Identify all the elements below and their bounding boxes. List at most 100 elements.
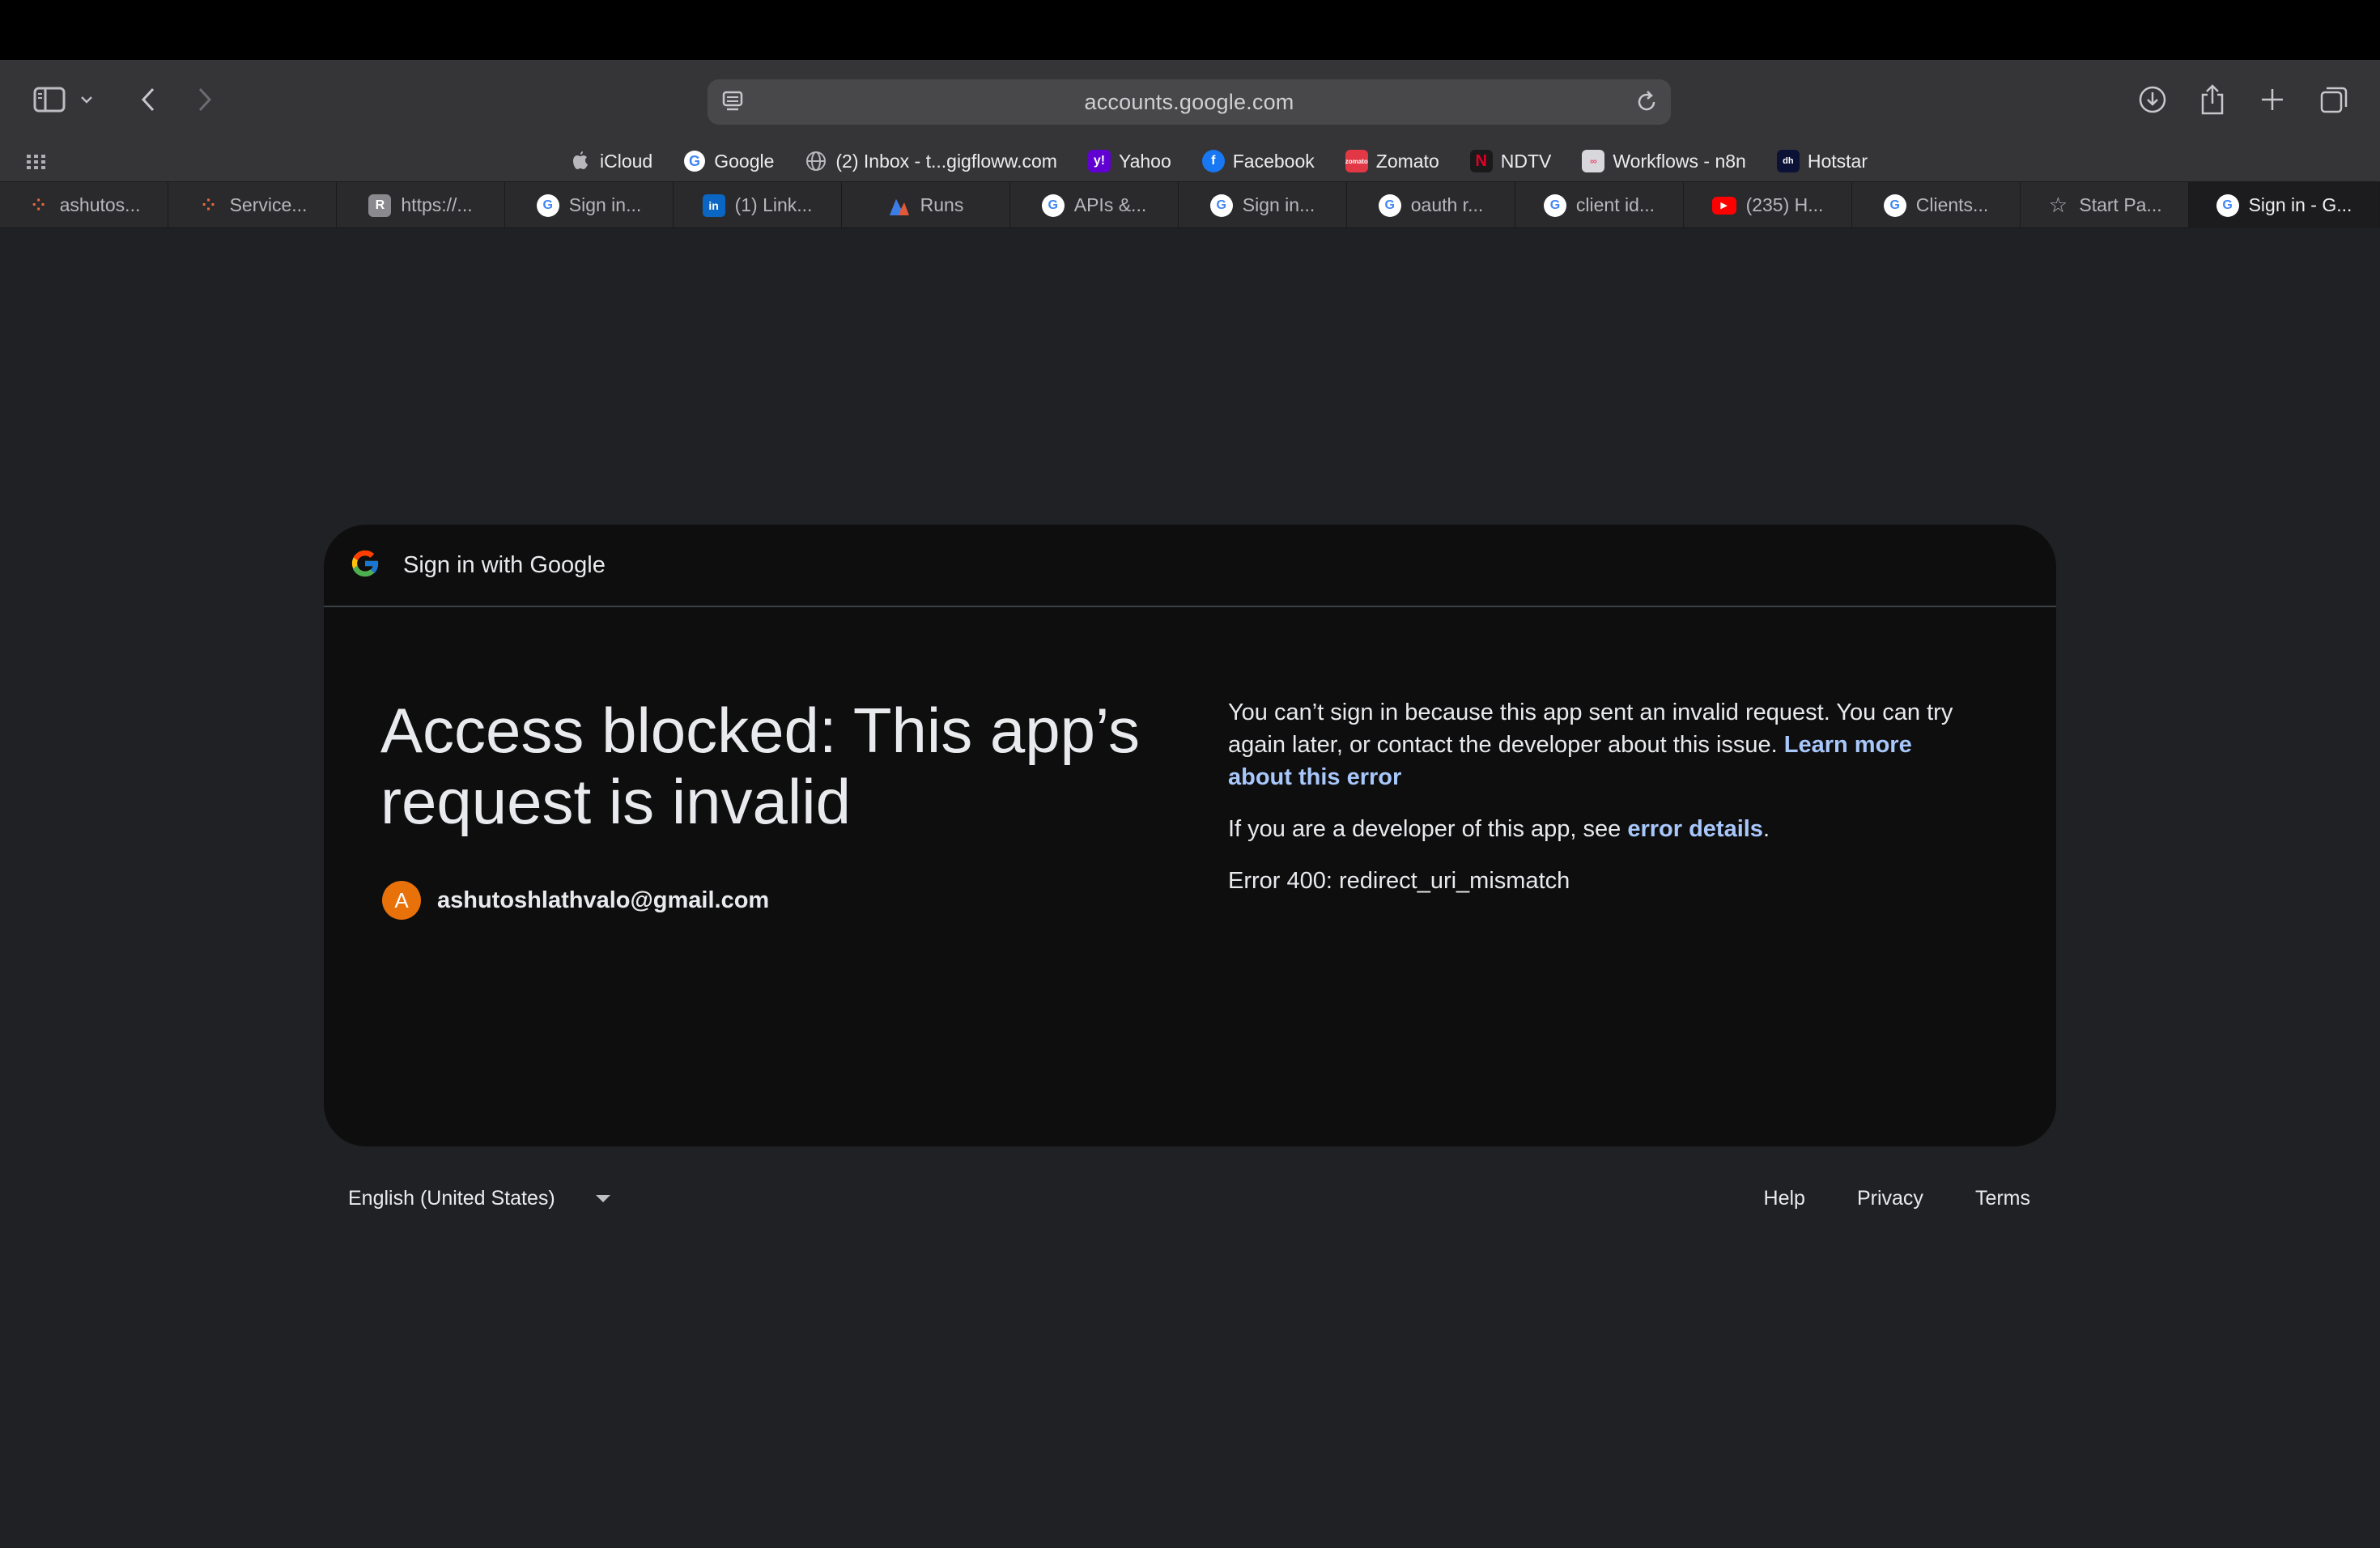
tab[interactable]: ⁘ Service... [168, 182, 337, 228]
tab-label: Clients... [1915, 194, 1989, 215]
facebook-icon: f [1201, 150, 1225, 172]
error-details-link[interactable]: error details [1627, 816, 1763, 842]
favorite-label: iCloud [600, 150, 653, 172]
tab[interactable]: ☆ Start Pa... [2021, 182, 2189, 228]
reload-icon[interactable] [1634, 89, 1660, 119]
google-logo-icon [348, 546, 382, 585]
favorite-label: Workflows - n8n [1613, 150, 1746, 172]
tab-label: Start Pa... [2079, 194, 2162, 215]
browser-toolbar: accounts.google.com [0, 60, 2380, 141]
privacy-link[interactable]: Privacy [1857, 1187, 1923, 1210]
favorite-facebook[interactable]: f Facebook [1201, 150, 1315, 172]
google-icon: G [1209, 194, 1233, 217]
tab-label: oauth r... [1410, 194, 1484, 215]
tab[interactable]: ▶ (235) H... [1684, 182, 1852, 228]
account-chip[interactable]: A ashutoshlathvalo@gmail.com [382, 881, 769, 920]
favorite-yahoo[interactable]: y! Yahoo [1087, 150, 1171, 172]
favorite-label: (2) Inbox - t...gigfloww.com [835, 150, 1057, 172]
tab[interactable]: Gclient id... [1515, 182, 1684, 228]
tab-label: Sign in - G... [2248, 194, 2352, 215]
favorite-icloud[interactable]: iCloud [569, 150, 652, 172]
favorite-inbox[interactable]: (2) Inbox - t...gigfloww.com [805, 150, 1057, 172]
tab[interactable]: Goauth r... [1347, 182, 1515, 228]
tab-overview-icon[interactable] [2314, 79, 2354, 120]
address-bar[interactable]: accounts.google.com [708, 79, 1671, 125]
google-icon: G [1041, 194, 1065, 217]
hotstar-icon: dh [1776, 150, 1800, 172]
apple-icon [569, 150, 592, 172]
dropdown-caret-icon [595, 1194, 610, 1202]
n8n-icon: ⁘ [32, 197, 45, 215]
sidebar-icon[interactable] [29, 79, 70, 120]
share-icon[interactable] [2192, 79, 2233, 120]
back-icon[interactable] [128, 79, 168, 120]
favorite-ndtv[interactable]: N NDTV [1469, 150, 1552, 172]
tab[interactable]: in (1) Link... [674, 182, 842, 228]
google-icon: G [1543, 194, 1566, 217]
favorites-list: iCloud G Google (2) Inbox - t...gigfloww… [0, 141, 2380, 181]
tab[interactable]: G Clients... [1852, 182, 2021, 228]
error-description: You can’t sign in because this app sent … [1228, 696, 1981, 897]
google-icon: G [536, 194, 559, 217]
n8n-icon: ∞ [1582, 150, 1605, 172]
error-message: You can’t sign in because this app sent … [1228, 696, 1981, 793]
tab[interactable]: Rhttps://... [337, 182, 505, 228]
tab[interactable]: Runs [842, 182, 1010, 228]
language-label: English (United States) [348, 1186, 555, 1210]
site-settings-icon[interactable] [720, 89, 745, 119]
google-icon: G [1883, 194, 1906, 217]
developer-note: If you are a developer of this app, see … [1228, 813, 1981, 845]
favorite-google[interactable]: G Google [683, 150, 774, 172]
yahoo-icon: y! [1087, 150, 1111, 172]
ndtv-icon: N [1469, 150, 1493, 172]
favorite-n8n[interactable]: ∞ Workflows - n8n [1582, 150, 1746, 172]
new-tab-icon[interactable] [2252, 79, 2293, 120]
menu-bar-strip [0, 0, 2380, 60]
download-icon[interactable] [2132, 79, 2173, 120]
forward-icon[interactable] [185, 79, 225, 120]
tab-label: APIs &... [1073, 194, 1147, 215]
zomato-icon: zomato [1345, 150, 1368, 172]
page-title: Access blocked: This app’s request is in… [380, 695, 1140, 837]
chevron-down-icon[interactable] [74, 79, 99, 120]
favorite-label: Yahoo [1118, 150, 1171, 172]
tab-label: Sign in... [1242, 194, 1315, 215]
tab-label: client id... [1575, 194, 1655, 215]
runs-icon [888, 194, 911, 217]
tab-label: (1) Link... [734, 194, 813, 215]
address-text[interactable]: accounts.google.com [1085, 90, 1294, 115]
google-icon: G [2216, 194, 2239, 217]
favorite-hotstar[interactable]: dh Hotstar [1776, 150, 1868, 172]
tab[interactable]: G Sign in... [1179, 182, 1347, 228]
tab[interactable]: G APIs &... [1010, 182, 1179, 228]
card-header: Sign in with Google [324, 525, 2056, 607]
avatar: A [382, 881, 421, 920]
help-link[interactable]: Help [1764, 1187, 1805, 1210]
footer-links: Help Privacy Terms [1764, 1179, 2030, 1218]
favorite-label: NDTV [1500, 150, 1552, 172]
favorite-label: Facebook [1232, 150, 1315, 172]
linkedin-icon: in [702, 194, 725, 217]
error-code: Error 400: redirect_uri_mismatch [1228, 868, 1570, 894]
star-icon: ☆ [2048, 193, 2068, 217]
footer: English (United States) Help Privacy Ter… [324, 1179, 2056, 1219]
terms-link[interactable]: Terms [1975, 1187, 2030, 1210]
favorite-label: Zomato [1375, 150, 1439, 172]
svg-text:G: G [689, 153, 700, 169]
developer-note-text: If you are a developer of this app, see [1228, 816, 1628, 842]
favorite-label: Hotstar [1807, 150, 1868, 172]
tab[interactable]: G Sign in... [505, 182, 674, 228]
card-header-title: Sign in with Google [403, 551, 606, 578]
sign-in-card: Sign in with Google Access blocked: This… [324, 525, 2056, 1146]
favorite-label: Google [714, 150, 775, 172]
developer-note-end: . [1762, 816, 1770, 842]
n8n-icon: ⁘ [202, 197, 215, 215]
tab[interactable]: ⁘ ashutos... [0, 182, 168, 228]
globe-icon [805, 150, 827, 172]
tab-label: Runs [920, 194, 964, 215]
favorite-zomato[interactable]: zomato Zomato [1345, 150, 1439, 172]
tab-active[interactable]: G Sign in - G... [2189, 182, 2380, 228]
language-select[interactable]: English (United States) [348, 1179, 610, 1218]
youtube-icon: ▶ [1711, 196, 1736, 215]
r-icon: R [368, 194, 392, 217]
